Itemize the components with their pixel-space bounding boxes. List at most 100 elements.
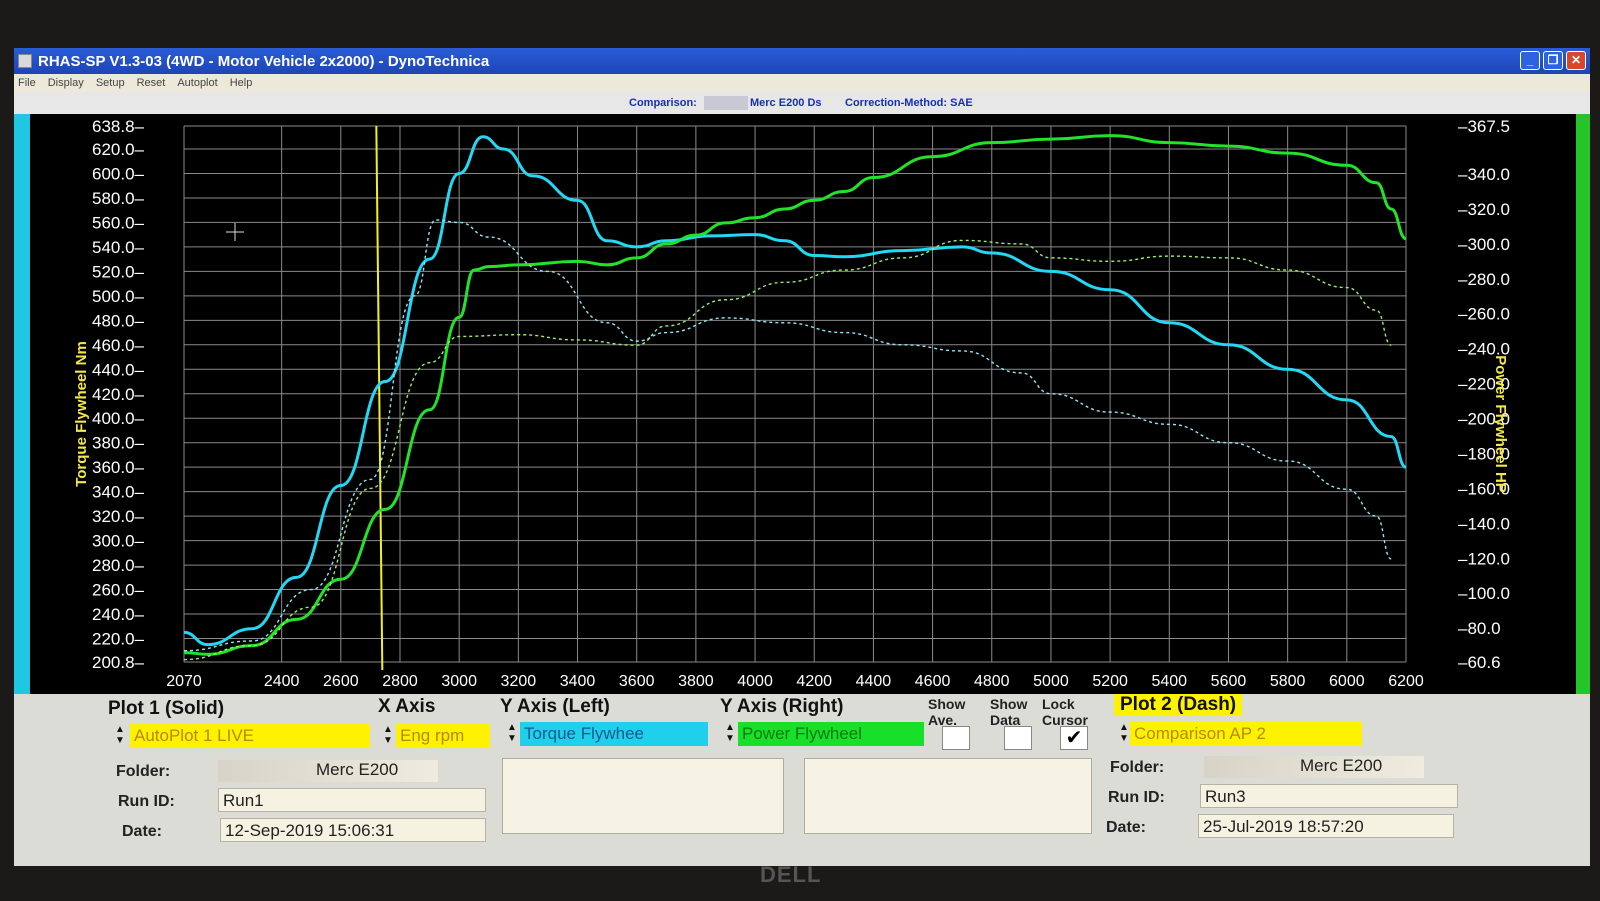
y-right-select[interactable]: Power Flywheel	[738, 722, 924, 746]
show-data-label: Show Data	[990, 696, 1028, 728]
comparison-value: Merc E200 Ds	[750, 97, 822, 109]
x-tick-8: 3800	[678, 673, 714, 690]
run1-date-field[interactable]: 12-Sep-2019 15:06:31	[220, 818, 486, 842]
plot1-select[interactable]: AutoPlot 1 LIVE	[130, 724, 370, 748]
correction-method: Correction-Method: SAE	[845, 97, 973, 109]
left-axis-ticks: 200.8– 220.0– 240.0– 260.0– 280.0– 300.0– 320.…	[92, 117, 145, 672]
y-left-tick-16: 520.0–	[92, 262, 145, 281]
cursor-line	[375, 125, 384, 671]
notes-panel-2[interactable]	[804, 758, 1092, 834]
y-left-tick-2: 240.0–	[92, 605, 145, 624]
y-left-tick-7: 340.0–	[92, 483, 145, 502]
y-axis-left-label-ctrl: Y Axis (Left)	[500, 696, 610, 717]
menu-setup[interactable]: Setup	[96, 77, 125, 89]
app-window: RHAS-SP V1.3-03 (4WD - Motor Vehicle 2x2…	[14, 48, 1590, 866]
plot2-spinner[interactable]: ▲ ▼	[1118, 722, 1130, 746]
y-right-tick-10: –260.0	[1458, 305, 1510, 324]
lock-cursor-checkbox[interactable]: ✔	[1060, 726, 1088, 750]
y-left-tick-0: 200.8–	[92, 653, 145, 672]
menu-file[interactable]: File	[18, 77, 36, 89]
notes-panel-1[interactable]	[502, 758, 784, 834]
run1-runid-label: Run ID:	[118, 793, 175, 810]
crosshair-icon	[226, 223, 244, 241]
y-left-tick-18: 560.0–	[92, 213, 145, 232]
x-tick-0: 2070	[166, 673, 202, 690]
y-axis-left-label: Torque Flywheel Nm	[73, 341, 90, 487]
x-axis-ticks: 2070 2400 2600 2800 3000 3200 3400 3600 3800 4000…	[166, 673, 1424, 690]
x-tick-4: 3000	[441, 673, 477, 690]
series-1	[183, 134, 1407, 656]
show-ave-checkbox[interactable]	[942, 726, 970, 750]
monitor-brand-logo: DELL	[760, 862, 822, 887]
y-left-tick-19: 580.0–	[92, 189, 145, 208]
y-left-tick-6: 320.0–	[92, 507, 145, 526]
left-axis-color-strip	[14, 114, 30, 694]
comparison-info-bar: Comparison: Merc E200 Ds Correction-Meth…	[14, 92, 1590, 114]
x-tick-19: 6000	[1329, 673, 1365, 690]
x-tick-10: 4200	[796, 673, 832, 690]
y-left-spinner[interactable]: ▲ ▼	[506, 722, 518, 746]
y-left-tick-1: 220.0–	[92, 630, 145, 649]
minimize-button[interactable]: _	[1520, 51, 1540, 70]
y-left-tick-12: 440.0–	[92, 360, 145, 379]
menu-help[interactable]: Help	[230, 77, 253, 89]
y-left-tick-21: 620.0–	[92, 140, 145, 159]
y-left-tick-5: 300.0–	[92, 532, 145, 551]
menu-display[interactable]: Display	[48, 77, 84, 89]
close-button[interactable]: ✕	[1566, 51, 1586, 70]
y-left-tick-3: 260.0–	[92, 581, 145, 600]
comparison-label: Comparison:	[629, 97, 697, 109]
x-tick-5: 3200	[501, 673, 537, 690]
menu-bar: File Display Setup Reset Autoplot Help	[14, 74, 1590, 92]
plot2-label: Plot 2 (Dash)	[1114, 694, 1243, 716]
x-tick-1: 2400	[264, 673, 300, 690]
window-title: RHAS-SP V1.3-03 (4WD - Motor Vehicle 2x2…	[38, 52, 490, 70]
app-icon	[18, 54, 32, 68]
series-3	[183, 239, 1392, 661]
run1-runid-field[interactable]: Run1	[218, 788, 486, 812]
y-right-tick-12: –300.0	[1458, 235, 1510, 254]
x-tick-13: 4800	[974, 673, 1010, 690]
x-axis-select[interactable]: Eng rpm	[396, 724, 490, 748]
run2-folder-value: Merc E200	[1300, 756, 1383, 775]
show-ave-label: Show Ave.	[928, 696, 966, 728]
series-2	[183, 219, 1392, 652]
lock-cursor-label: Lock Cursor	[1042, 696, 1088, 728]
dyno-chart: 200.8– 220.0– 240.0– 260.0– 280.0– 300.0– 320.…	[73, 117, 1510, 690]
show-data-checkbox[interactable]	[1004, 726, 1032, 750]
run1-folder-label: Folder:	[116, 763, 171, 780]
plot2-select[interactable]: Comparison AP 2	[1130, 722, 1362, 746]
x-tick-18: 5800	[1270, 673, 1306, 690]
y-right-tick-0: –60.6	[1458, 653, 1501, 672]
x-tick-14: 5000	[1033, 673, 1069, 690]
y-right-tick-4: –140.0	[1458, 514, 1510, 533]
control-panel: Plot 1 (Solid) X Axis Y Axis (Left) Y Ax…	[14, 694, 1590, 866]
run2-date-field[interactable]: 25-Jul-2019 18:57:20	[1198, 814, 1454, 838]
dyno-chart-area[interactable]: 200.8– 220.0– 240.0– 260.0– 280.0– 300.0– 320.…	[14, 114, 1590, 694]
chart-series	[183, 134, 1407, 661]
y-right-tick-2: –100.0	[1458, 584, 1510, 603]
run2-folder-label: Folder:	[1110, 759, 1165, 776]
y-left-tick-15: 500.0–	[92, 287, 145, 306]
menu-autoplot[interactable]: Autoplot	[177, 77, 217, 89]
y-axis-right-label: Power Flywheel HP	[1492, 355, 1509, 493]
title-bar: RHAS-SP V1.3-03 (4WD - Motor Vehicle 2x2…	[14, 48, 1590, 74]
y-right-tick-11: –280.0	[1458, 270, 1510, 289]
x-axis-spinner[interactable]: ▲ ▼	[382, 724, 394, 748]
y-axis-right-label-ctrl: Y Axis (Right)	[720, 696, 844, 717]
maximize-button[interactable]: ❐	[1543, 51, 1563, 70]
y-left-select[interactable]: Torque Flywhee	[520, 722, 708, 746]
x-tick-20: 6200	[1388, 673, 1424, 690]
menu-reset[interactable]: Reset	[137, 77, 166, 89]
right-axis-color-strip	[1576, 114, 1590, 694]
y-right-tick-3: –120.0	[1458, 549, 1510, 568]
plot1-spinner[interactable]: ▲ ▼	[114, 724, 126, 748]
y-left-tick-22: 638.8–	[92, 117, 145, 136]
y-left-tick-8: 360.0–	[92, 458, 145, 477]
y-left-tick-14: 480.0–	[92, 311, 145, 330]
x-tick-3: 2800	[382, 673, 418, 690]
run2-date-label: Date:	[1106, 819, 1147, 836]
x-tick-15: 5200	[1092, 673, 1128, 690]
run2-runid-field[interactable]: Run3	[1200, 784, 1458, 808]
y-right-spinner[interactable]: ▲ ▼	[724, 722, 736, 746]
